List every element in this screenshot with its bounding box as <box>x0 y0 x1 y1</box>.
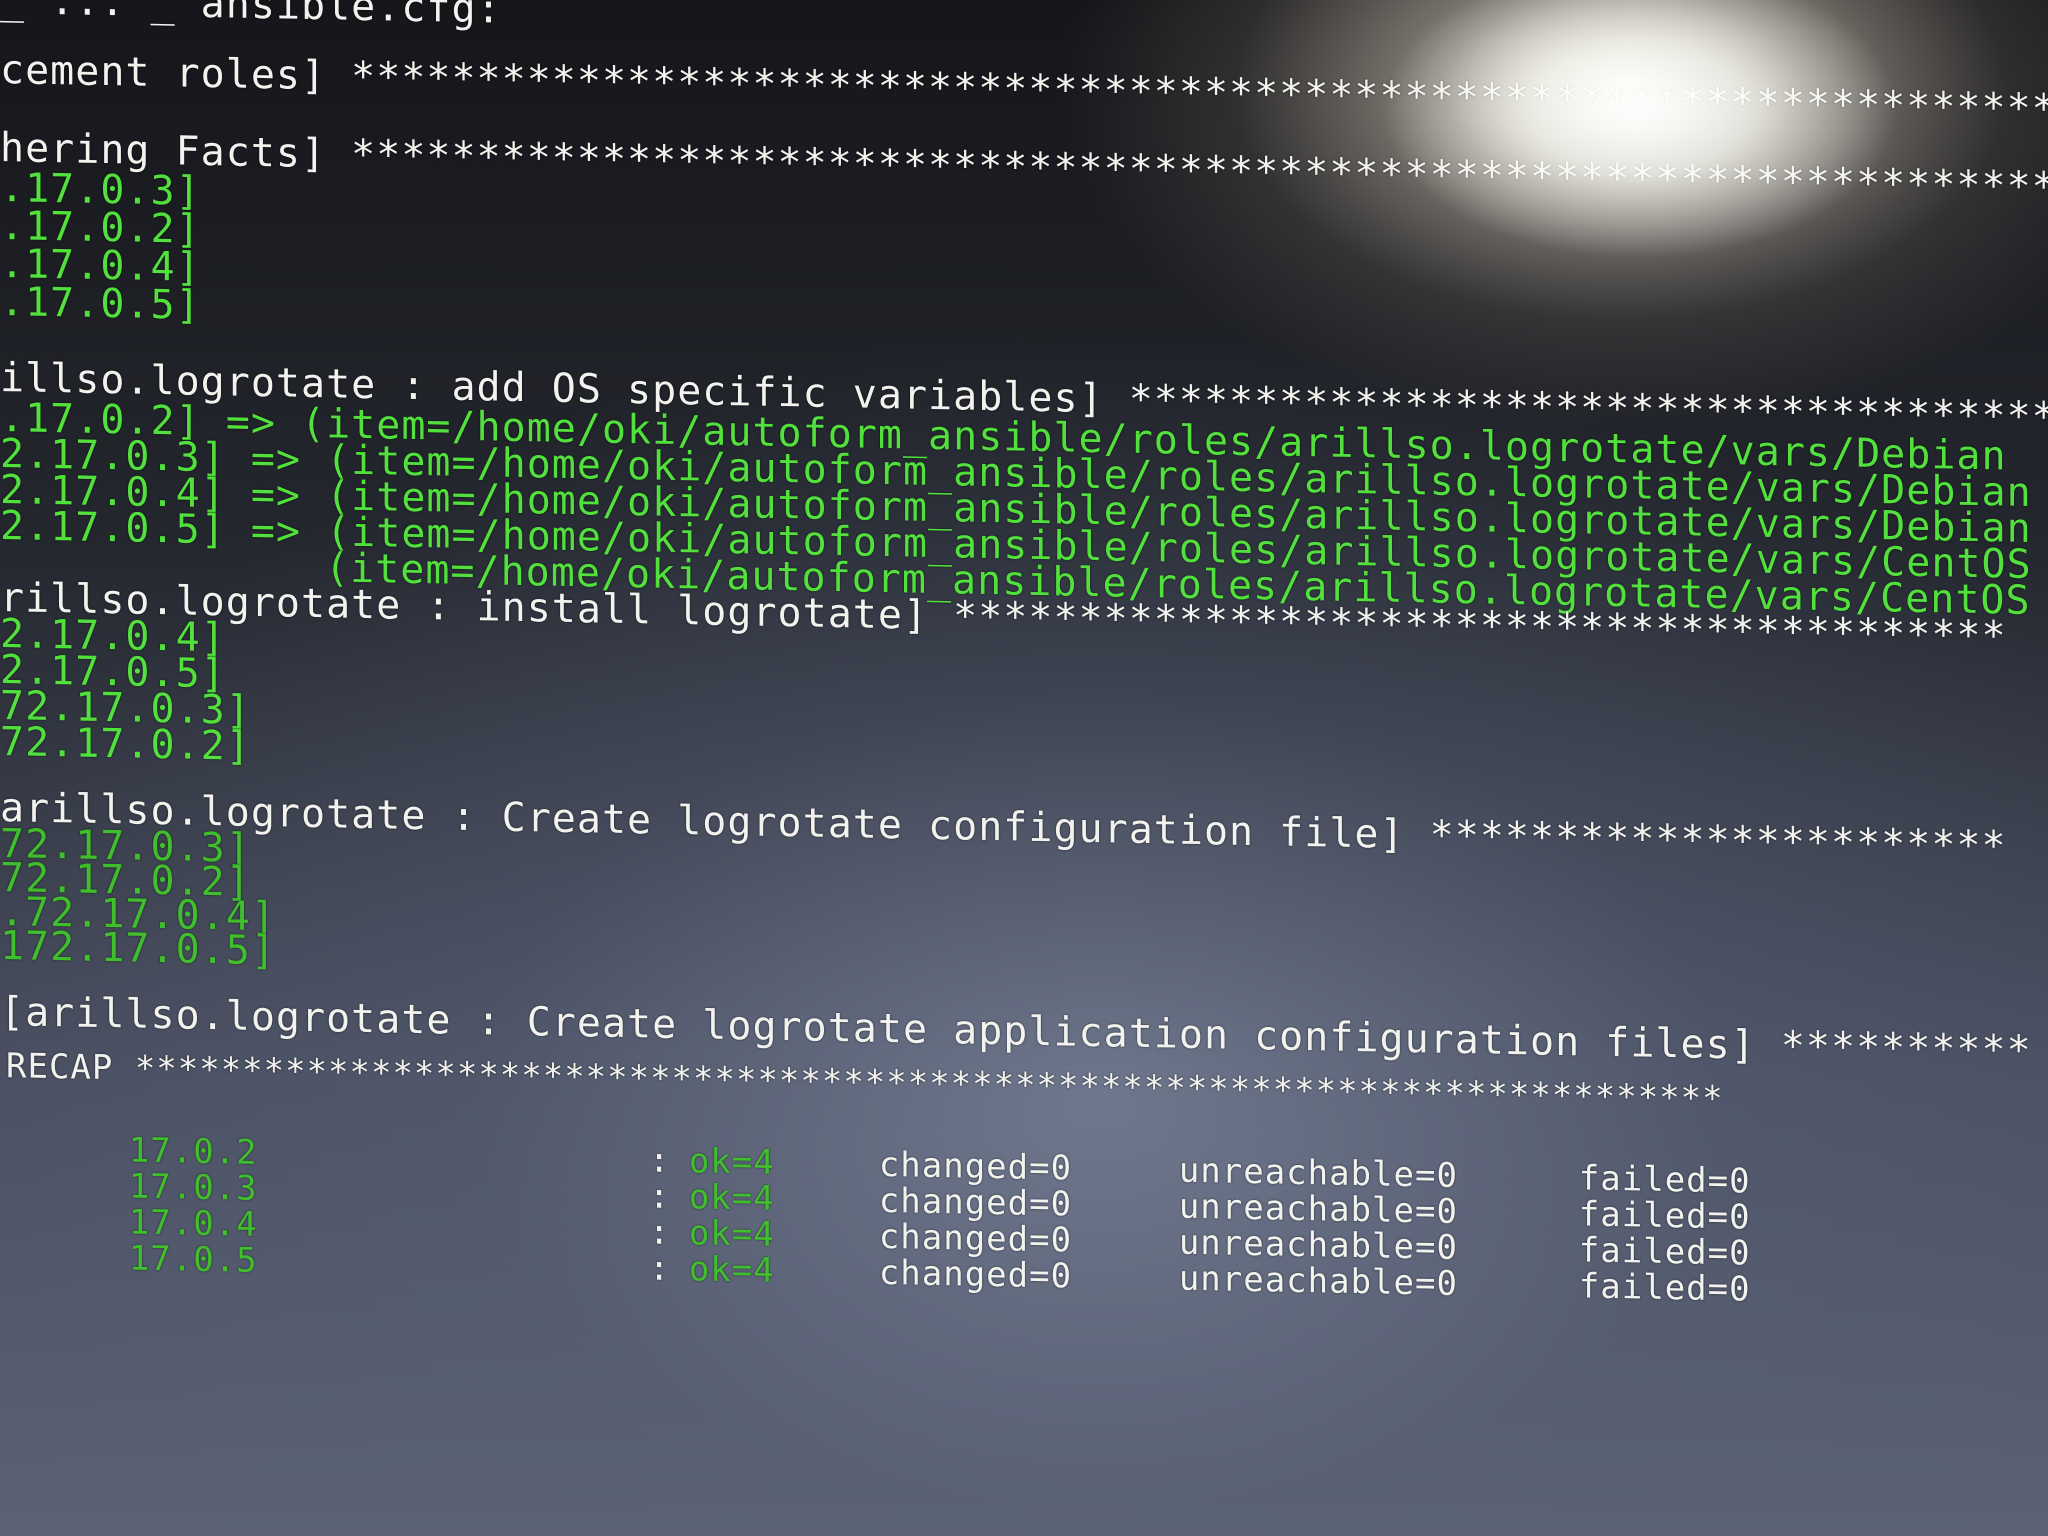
play-header: cement roles] **************************… <box>0 47 2048 135</box>
terminal-screen: _ ... _ ansible.cfg: cement roles] *****… <box>0 0 2048 1536</box>
host-ok-line: 72.17.0.2] <box>0 719 251 770</box>
terminal-output[interactable]: _ ... _ ansible.cfg: cement roles] *****… <box>0 0 2048 1536</box>
task-header-gathering-facts: hering Facts] **************************… <box>0 125 2048 213</box>
config-fragment: _ ... _ ansible.cfg: <box>0 0 502 33</box>
recap-failed: failed=0 <box>1578 1266 1751 1310</box>
recap-ok: ok=4 <box>688 1249 775 1291</box>
task-header-create-config: arillso.logrotate : Create logrotate con… <box>0 785 2007 870</box>
recap-host: 17.0.5 <box>128 1238 258 1281</box>
recap-changed: changed=0 <box>878 1252 1073 1297</box>
host-ok-line: 172.17.0.5] <box>0 923 276 975</box>
host-ok-line: .17.0.5] <box>0 279 201 329</box>
recap-separator: : <box>648 1248 671 1289</box>
recap-unreachable: unreachable=0 <box>1178 1258 1458 1304</box>
